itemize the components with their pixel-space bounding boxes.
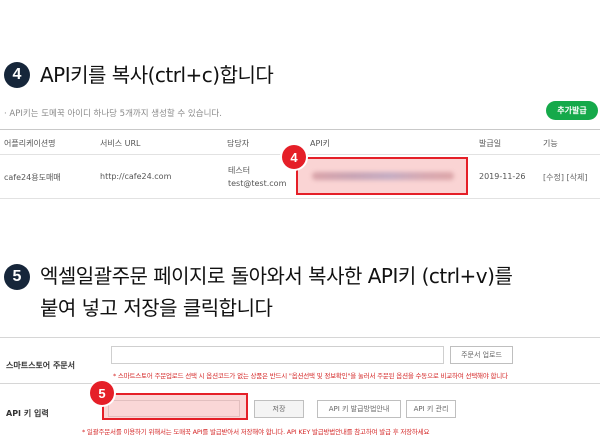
smartstore-file-field[interactable] <box>111 346 444 364</box>
app-name-cell: cafe24용도매매 <box>4 173 61 182</box>
smartstore-warning-note: * 스마트스토어 주문업로드 선택 시 옵션코드가 없는 상품은 반드시 "옵션… <box>113 372 508 380</box>
col-service-url: 서비스 URL <box>100 139 141 148</box>
api-key-label: API 키 입력 <box>6 409 49 418</box>
api-key-value-blurred <box>312 172 454 180</box>
add-key-button[interactable]: 추가발급 <box>546 101 598 120</box>
marker-5-badge: 5 <box>90 381 114 405</box>
api-key-highlight[interactable] <box>296 157 468 195</box>
manager-name-cell: 테스터 <box>228 166 251 175</box>
api-key-warning-note: * 일괄주문서를 이용하기 위해서는 도매꾹 API를 발급받아서 저장해야 합… <box>82 428 430 436</box>
api-manage-button[interactable]: API 키 관리 <box>406 400 456 418</box>
marker-4-badge: 4 <box>282 145 306 169</box>
step-4-badge: 4 <box>4 62 30 88</box>
step-5-title-line2: 붙여 넣고 저장을 클릭합니다 <box>40 296 273 320</box>
upload-order-button[interactable]: 주문서 업로드 <box>450 346 513 364</box>
api-guide-button[interactable]: API 키 발급방법안내 <box>317 400 401 418</box>
api-limit-note: · API키는 도메꾹 아이디 하나당 5개까지 생성할 수 있습니다. <box>4 109 222 119</box>
edit-delete-links[interactable]: [수정] [삭제] <box>543 172 587 183</box>
smartstore-row: 스마트스토어 주문서 주문서 업로드 * 스마트스토어 주문업로드 선택 시 옵… <box>0 337 600 383</box>
smartstore-label: 스마트스토어 주문서 <box>6 361 76 370</box>
col-actions: 기능 <box>543 139 558 148</box>
step-5-badge: 5 <box>4 264 30 290</box>
service-url-cell: http://cafe24.com <box>100 172 172 181</box>
save-button[interactable]: 저장 <box>254 400 304 418</box>
step-5-title-line1: 엑셀일괄주문 페이지로 돌아와서 복사한 API키 (ctrl+v)를 <box>40 264 513 288</box>
col-api-key: API키 <box>310 139 331 148</box>
col-app-name: 어플리케이션명 <box>4 139 56 148</box>
step-4-title: API키를 복사(ctrl+c)합니다 <box>40 63 274 87</box>
issued-date-cell: 2019-11-26 <box>479 172 526 181</box>
api-key-input-highlight <box>102 393 248 420</box>
col-manager: 담당자 <box>227 139 250 148</box>
manager-email-cell: test@test.com <box>228 179 287 188</box>
col-issued-date: 발급일 <box>479 139 502 148</box>
